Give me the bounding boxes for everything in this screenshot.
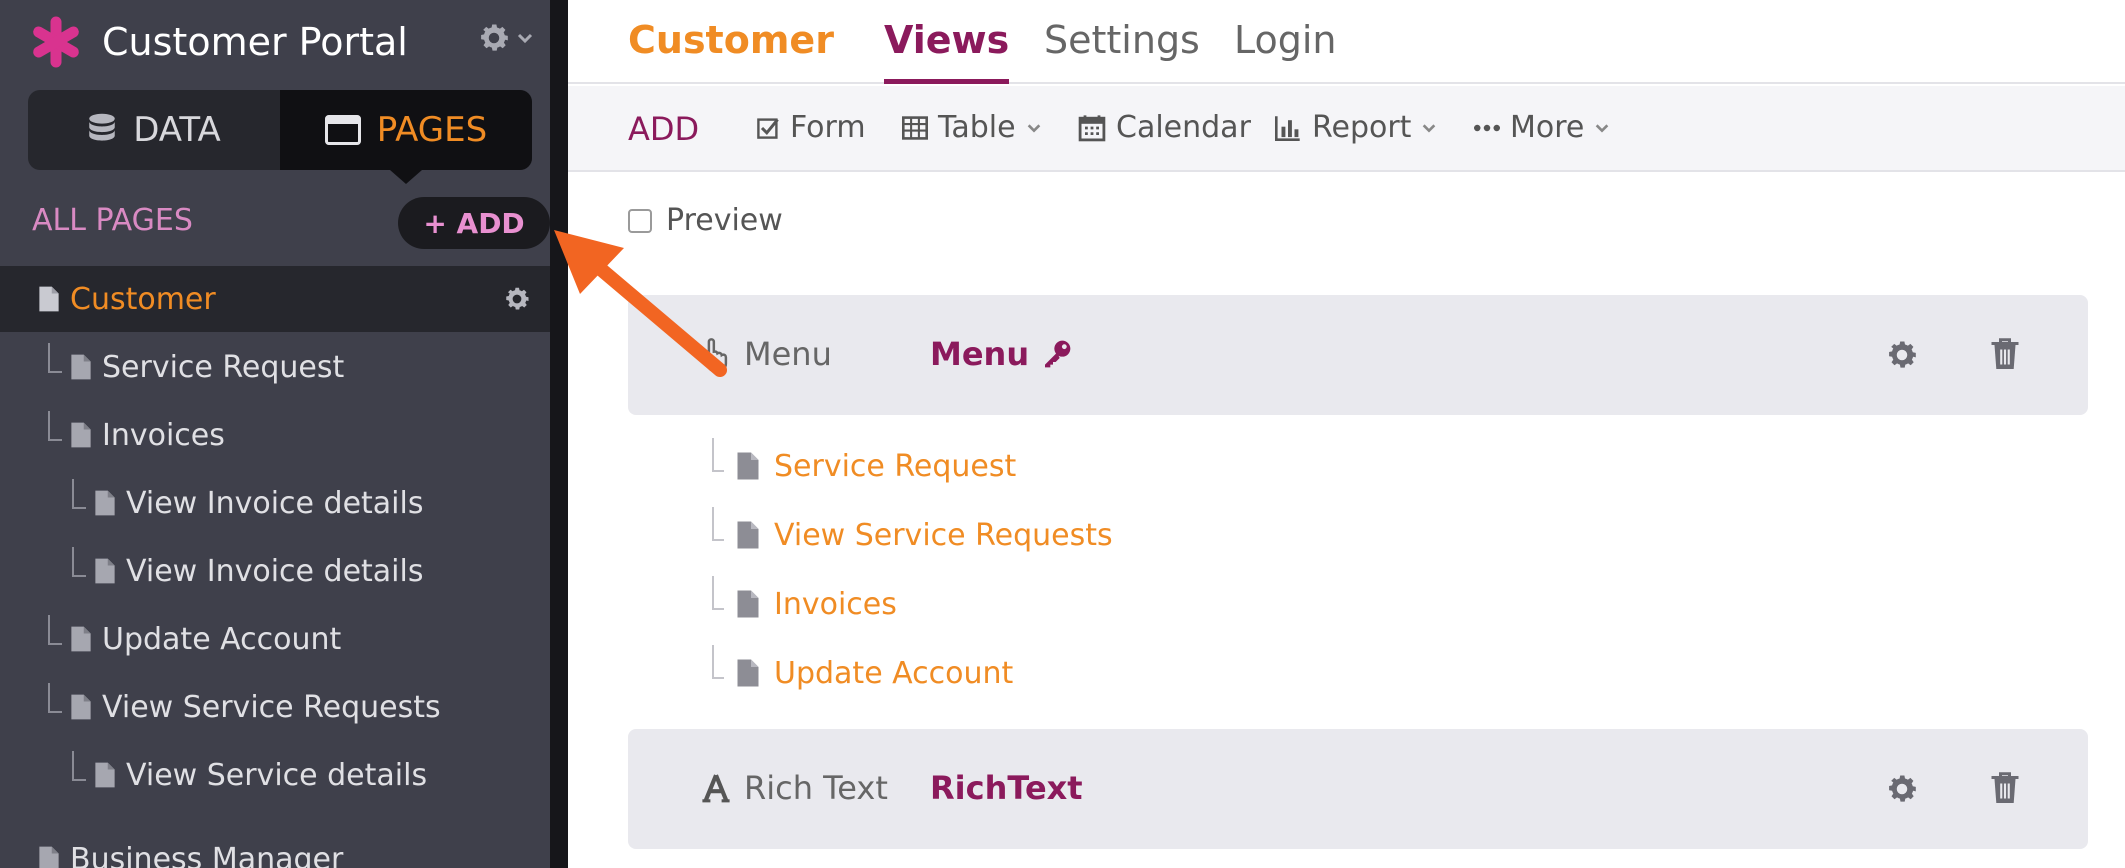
sidebar-page-label: Invoices bbox=[102, 417, 225, 453]
sidebar: Customer Portal DATA PAGES ALL PAGES + A… bbox=[0, 0, 550, 868]
sidebar-page-label: View Invoice details bbox=[126, 553, 424, 589]
gear-icon[interactable] bbox=[502, 284, 532, 314]
document-icon bbox=[39, 286, 59, 312]
add-report-button[interactable]: Report bbox=[1274, 110, 1447, 145]
document-icon bbox=[95, 558, 115, 584]
view-name: Menu bbox=[930, 335, 1073, 373]
document-icon bbox=[71, 626, 91, 652]
add-calendar-button[interactable]: Calendar bbox=[1078, 110, 1251, 145]
gear-icon[interactable] bbox=[1884, 771, 1920, 807]
sidebar-page-label: Service Request bbox=[102, 349, 345, 385]
bar-chart-icon bbox=[1275, 115, 1300, 141]
document-icon bbox=[39, 846, 59, 868]
calendar-icon bbox=[1078, 114, 1106, 141]
toolbar-add-label: ADD bbox=[628, 110, 700, 148]
sidebar-page-label: View Service Requests bbox=[102, 689, 441, 725]
document-icon bbox=[71, 422, 91, 448]
ellipsis-icon bbox=[1474, 124, 1500, 131]
sidebar-page-view-invoice-details[interactable]: View Invoice details bbox=[0, 470, 550, 536]
more-views-button[interactable]: More bbox=[1474, 110, 1620, 145]
database-icon bbox=[89, 113, 115, 141]
gear-icon bbox=[481, 24, 509, 51]
window-icon bbox=[324, 115, 361, 145]
gear-icon[interactable] bbox=[1884, 337, 1920, 373]
view-name: RichText bbox=[930, 769, 1083, 807]
sidebar-page-view-service-requests[interactable]: View Service Requests bbox=[0, 674, 550, 740]
tree-connector bbox=[72, 479, 86, 509]
sidebar-page-label: View Invoice details bbox=[126, 485, 424, 521]
document-icon bbox=[71, 354, 91, 380]
trash-icon[interactable] bbox=[1990, 771, 2020, 805]
sidebar-page-invoices[interactable]: Invoices bbox=[0, 402, 550, 468]
sidebar-page-service-request[interactable]: Service Request bbox=[0, 334, 550, 400]
sidebar-page-label: Update Account bbox=[102, 621, 342, 657]
menu-link-view-service-requests[interactable]: View Service Requests bbox=[712, 507, 1113, 560]
tree-connector bbox=[72, 751, 86, 781]
add-page-button[interactable]: + ADD bbox=[398, 197, 550, 249]
document-icon bbox=[95, 762, 115, 788]
tree-connector bbox=[712, 507, 724, 541]
page-title: Customer bbox=[628, 18, 834, 62]
document-icon bbox=[737, 452, 759, 480]
menu-link-invoices[interactable]: Invoices bbox=[712, 576, 897, 629]
view-card-richtext[interactable]: Rich Text RichText bbox=[628, 729, 2088, 849]
chevron-down-icon bbox=[1596, 123, 1609, 133]
tree-connector bbox=[48, 411, 62, 441]
trash-icon[interactable] bbox=[1990, 337, 2020, 371]
sidebar-page-label: Customer bbox=[70, 281, 216, 317]
chevron-down-icon bbox=[1423, 123, 1436, 133]
tree-connector bbox=[48, 683, 62, 713]
add-form-button[interactable]: Form bbox=[756, 110, 866, 145]
menu-link-update-account[interactable]: Update Account bbox=[712, 645, 1013, 698]
chevron-down-icon bbox=[1027, 123, 1040, 133]
tree-connector bbox=[48, 343, 62, 373]
app-settings-button[interactable] bbox=[476, 20, 534, 56]
tab-settings[interactable]: Settings bbox=[1044, 18, 1200, 62]
top-navigation: Customer Views Settings Login bbox=[568, 0, 2125, 84]
app-title: Customer Portal bbox=[102, 20, 408, 64]
sidebar-page-business-manager[interactable]: Business Manager bbox=[0, 826, 550, 868]
table-icon bbox=[902, 115, 928, 140]
key-icon bbox=[1045, 340, 1071, 368]
document-icon bbox=[737, 659, 759, 687]
tab-data[interactable]: DATA bbox=[28, 90, 280, 170]
document-icon bbox=[737, 590, 759, 618]
tree-connector bbox=[48, 615, 62, 645]
app-brand: Customer Portal bbox=[30, 10, 408, 74]
annotation-arrow bbox=[554, 230, 727, 377]
font-icon bbox=[702, 774, 730, 803]
view-card-menu[interactable]: Menu Menu bbox=[628, 295, 2088, 415]
sidebar-page-update-account[interactable]: Update Account bbox=[0, 606, 550, 672]
tab-pages-label: PAGES bbox=[376, 110, 488, 150]
add-table-button[interactable]: Table bbox=[902, 110, 1052, 145]
document-icon bbox=[737, 521, 759, 549]
tab-views[interactable]: Views bbox=[884, 18, 1010, 84]
add-view-toolbar: ADD Form Table Calendar Report More bbox=[568, 86, 2125, 172]
sidebar-page-view-invoice-details-2[interactable]: View Invoice details bbox=[0, 538, 550, 604]
tab-data-label: DATA bbox=[133, 110, 221, 150]
chevron-down-icon bbox=[517, 33, 533, 44]
preview-checkbox[interactable] bbox=[628, 208, 652, 233]
checkbox-icon bbox=[757, 117, 779, 139]
tree-connector bbox=[712, 438, 724, 472]
tab-login[interactable]: Login bbox=[1234, 18, 1337, 62]
tree-connector bbox=[712, 645, 724, 679]
tree-connector bbox=[712, 576, 724, 610]
view-type: Rich Text bbox=[700, 769, 888, 807]
sidebar-page-customer[interactable]: Customer bbox=[0, 266, 550, 332]
tab-pages[interactable]: PAGES bbox=[280, 90, 532, 184]
all-pages-heading: ALL PAGES bbox=[32, 203, 193, 238]
tree-connector bbox=[72, 547, 86, 577]
sidebar-page-label: Business Manager bbox=[70, 841, 344, 868]
document-icon bbox=[71, 694, 91, 720]
menu-link-service-request[interactable]: Service Request bbox=[712, 438, 1016, 491]
sidebar-divider bbox=[550, 0, 568, 868]
sidebar-page-label: View Service details bbox=[126, 757, 428, 793]
data-pages-toggle: DATA PAGES bbox=[28, 90, 532, 184]
document-icon bbox=[95, 490, 115, 516]
asterisk-logo-icon bbox=[33, 16, 79, 68]
sidebar-page-view-service-details[interactable]: View Service details bbox=[0, 742, 550, 808]
